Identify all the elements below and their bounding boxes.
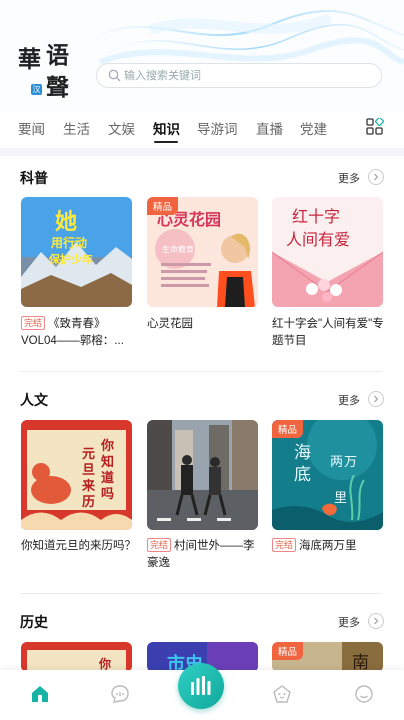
active-tab-indicator [154, 141, 178, 143]
more-arrow-icon[interactable] [368, 391, 384, 407]
cover-text: 吗 [101, 487, 114, 502]
more-arrow-icon[interactable] [368, 169, 384, 185]
more-link[interactable]: 更多 [338, 614, 360, 630]
app-logo: 華 语 聲 汉 [18, 44, 80, 104]
card-title[interactable]: 心灵花园 [147, 316, 262, 333]
search-icon [108, 69, 121, 82]
completed-tag: 完结 [21, 316, 46, 330]
search-bar[interactable] [96, 63, 382, 88]
cover-text: 你 [98, 656, 111, 671]
audio-player-button[interactable] [178, 663, 224, 709]
content-card[interactable]: 你 [21, 642, 132, 672]
cover-text: 她 [55, 209, 77, 235]
cover-text: 两 [330, 455, 343, 470]
more-link[interactable]: 更多 [338, 392, 360, 408]
content-card[interactable]: 你 知 道 吗 元 旦 来 历 [21, 420, 132, 530]
section-title: 科普 [20, 170, 48, 186]
logo-char-3: 聲 [46, 74, 69, 101]
cover-text: 你 [100, 438, 114, 454]
content-card[interactable]: 她 用行动 保护少年 [21, 197, 132, 307]
card-title[interactable]: 完结 村间世外——李豪逸 [147, 538, 262, 572]
cover-image [147, 420, 258, 530]
premium-badge: 精品 [147, 197, 179, 215]
cover-text: 人间有爱 [286, 230, 350, 249]
section-divider [20, 593, 382, 594]
cover-image: 红十字 人间有爱 [272, 197, 383, 307]
cover-text: 底 [294, 465, 311, 485]
star-icon[interactable] [272, 684, 292, 704]
app-header: 華 语 聲 汉 [0, 0, 404, 112]
audio-center-icon [191, 676, 211, 695]
cover-text: 红十字 [292, 207, 340, 226]
all-categories-icon[interactable] [366, 118, 384, 136]
content-card[interactable]: 红十字 人间有爱 [272, 197, 383, 307]
profile-icon[interactable] [354, 684, 374, 704]
content-card[interactable] [147, 420, 258, 530]
cover-text: 万 [344, 455, 357, 470]
card-title[interactable]: 红十字会"人间有爱"专题节目 [272, 316, 387, 350]
home-icon[interactable] [30, 684, 50, 704]
cover-text: 用行动 [50, 235, 87, 250]
card-title[interactable]: 完结 海底两万里 [272, 538, 387, 555]
tab-life[interactable]: 生活 [63, 118, 90, 138]
cover-text: 元 [82, 447, 95, 462]
tab-entertainment[interactable]: 文娱 [108, 118, 135, 138]
completed-tag: 完结 [147, 538, 172, 552]
content-card[interactable]: 南 精品 [272, 642, 383, 672]
cover-text: 里 [334, 491, 347, 506]
more-link[interactable]: 更多 [338, 170, 360, 186]
cover-text: 海 [294, 443, 311, 463]
tab-tour-guide[interactable]: 导游词 [197, 118, 238, 138]
chat-icon[interactable] [110, 684, 130, 704]
card-title[interactable]: 完结 《致青春》VOL04——郭榕：... [21, 316, 136, 350]
tab-live[interactable]: 直播 [256, 118, 283, 138]
content-card[interactable]: 海 底 两 万 里 精品 [272, 420, 383, 530]
cover-image: 你 [21, 642, 132, 672]
tab-party[interactable]: 党建 [300, 118, 327, 138]
section-divider [0, 148, 404, 156]
content-card[interactable]: 心灵花园 生命教育 精品 [147, 197, 258, 307]
search-input[interactable] [124, 64, 364, 87]
cover-image: 她 用行动 保护少年 [21, 197, 132, 307]
cover-text: 保护少年 [48, 252, 93, 266]
card-title[interactable]: 你知道元旦的来历吗？ [21, 538, 136, 555]
cover-text: 来 [81, 478, 96, 494]
cover-text: 生命教育 [162, 244, 194, 254]
completed-tag: 完结 [272, 538, 297, 552]
section-title: 历史 [20, 614, 48, 630]
logo-char-2: 语 [46, 42, 69, 69]
premium-badge: 精品 [272, 420, 304, 438]
category-tabs: 要闻 生活 文娱 知识 导游词 直播 党建 [0, 116, 404, 143]
more-arrow-icon[interactable] [368, 613, 384, 629]
tab-news[interactable]: 要闻 [18, 118, 45, 138]
cover-text: 知 [101, 454, 114, 470]
section-title: 人文 [20, 392, 48, 408]
cover-text: 历 [82, 495, 95, 510]
cover-text: 道 [101, 470, 114, 486]
section-divider [20, 371, 382, 372]
cover-image: 你 知 道 吗 元 旦 来 历 [21, 420, 132, 530]
cover-text: 旦 [82, 463, 95, 478]
logo-badge: 汉 [31, 84, 42, 95]
premium-badge: 精品 [272, 642, 304, 660]
logo-char-1: 華 [18, 46, 41, 73]
tab-knowledge[interactable]: 知识 [153, 118, 180, 138]
card-title-text: 海底两万里 [299, 540, 357, 552]
